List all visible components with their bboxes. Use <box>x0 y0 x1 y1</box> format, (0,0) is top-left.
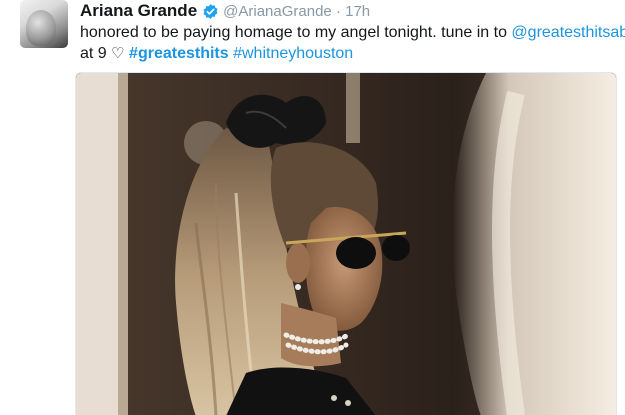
tweet: Ariana Grande @ArianaGrande · 17h honore… <box>0 0 625 415</box>
hashtag-greatesthits[interactable]: #greatesthits <box>129 45 229 62</box>
tweet-text-line-2: at 9 ♡ #greatesthits #whitneyhouston <box>80 43 615 64</box>
avatar[interactable] <box>20 0 68 48</box>
author-handle[interactable]: @ArianaGrande <box>223 3 332 20</box>
author-name[interactable]: Ariana Grande <box>80 1 197 21</box>
tweet-photo[interactable] <box>75 72 617 415</box>
avatar-photo <box>26 10 56 46</box>
tweet-text: honored to be paying homage to my angel … <box>80 22 625 64</box>
tweet-timestamp[interactable]: 17h <box>345 3 370 20</box>
tweet-header: Ariana Grande @ArianaGrande · 17h <box>80 0 370 22</box>
tweet-text-part-1: honored to be paying homage to my angel … <box>80 24 512 41</box>
tweet-text-part-2: at 9 <box>80 45 112 62</box>
verified-badge-icon <box>203 3 218 19</box>
heart-icon: ♡ <box>111 45 125 62</box>
tweet-meta: @ArianaGrande · 17h <box>223 3 370 20</box>
mention-link[interactable]: @greatesthitsabc <box>511 24 625 41</box>
hashtag-whitneyhouston[interactable]: #whitneyhouston <box>233 45 353 62</box>
photo-illustration <box>76 73 616 415</box>
tweet-text-line-1: honored to be paying homage to my angel … <box>80 22 625 43</box>
meta-separator: · <box>335 2 341 20</box>
